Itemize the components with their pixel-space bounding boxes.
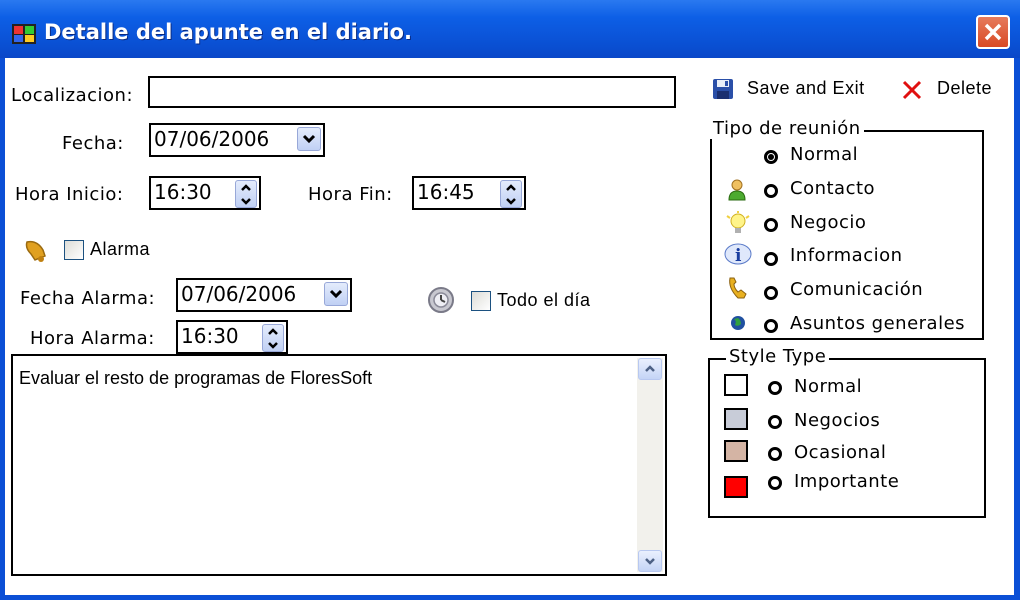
- localizacion-input[interactable]: [148, 76, 676, 108]
- app-icon: [12, 24, 36, 44]
- tipo-contacto-radio[interactable]: [764, 184, 778, 198]
- globe-icon: [731, 316, 745, 330]
- close-icon: [984, 23, 1002, 41]
- style-importante-swatch: [724, 476, 748, 498]
- chevron-down-icon: [645, 558, 655, 565]
- fecha-alarma-label: Fecha Alarma:: [20, 288, 156, 309]
- style-normal-label: Normal: [794, 376, 863, 397]
- style-normal-radio[interactable]: [768, 381, 782, 395]
- title-bar[interactable]: Detalle del apunte en el diario.: [0, 0, 1020, 58]
- floppy-disk-icon: [713, 79, 733, 99]
- style-type-group: Style Type Normal Negocios Ocasional Imp…: [708, 346, 986, 518]
- delete-x-icon: [902, 80, 922, 100]
- clock-icon: [428, 287, 454, 313]
- chevron-up-icon[interactable]: [505, 183, 517, 192]
- hora-alarma-spin-buttons[interactable]: [262, 324, 284, 352]
- window-title: Detalle del apunte en el diario.: [44, 20, 412, 44]
- tipo-informacion-radio[interactable]: [764, 252, 778, 266]
- style-ocasional-swatch: [724, 440, 748, 462]
- tipo-informacion-label: Informacion: [790, 245, 903, 266]
- chevron-up-icon: [645, 365, 655, 372]
- style-normal-swatch: [724, 374, 748, 396]
- close-button[interactable]: [976, 15, 1010, 49]
- alarma-checkbox[interactable]: [64, 240, 84, 260]
- chevron-down-icon[interactable]: [240, 197, 252, 205]
- todo-el-dia-checkbox[interactable]: [471, 291, 491, 311]
- style-type-title: Style Type: [726, 346, 830, 367]
- tipo-negocio-radio[interactable]: [764, 218, 778, 232]
- style-importante-label: Importante: [794, 471, 900, 492]
- tipo-normal-label: Normal: [790, 144, 859, 165]
- style-negocios-label: Negocios: [794, 410, 881, 431]
- phone-icon: [729, 277, 747, 299]
- fecha-dropdown-button[interactable]: [297, 127, 321, 151]
- fecha-alarma-date-picker[interactable]: 07/06/2006: [176, 278, 352, 312]
- fecha-date-picker[interactable]: 07/06/2006: [149, 123, 325, 157]
- hora-fin-value: 16:45: [417, 180, 475, 204]
- hora-inicio-value: 16:30: [154, 180, 212, 204]
- alarma-label: Alarma: [90, 239, 151, 259]
- hora-fin-spinner[interactable]: 16:45: [412, 176, 526, 210]
- fecha-alarma-value: 07/06/2006: [181, 282, 297, 306]
- scroll-down-button[interactable]: [638, 550, 662, 572]
- style-ocasional-radio[interactable]: [768, 447, 782, 461]
- chevron-down-icon: [329, 289, 343, 299]
- tipo-contacto-label: Contacto: [790, 178, 876, 199]
- hora-alarma-spinner[interactable]: 16:30: [176, 320, 288, 354]
- fecha-alarma-dropdown-button[interactable]: [324, 282, 348, 306]
- chevron-down-icon[interactable]: [505, 197, 517, 205]
- lightbulb-icon: [726, 211, 750, 233]
- chevron-down-icon: [302, 134, 316, 144]
- hora-inicio-spin-buttons[interactable]: [235, 180, 257, 208]
- notes-scrollbar[interactable]: [637, 358, 663, 572]
- delete-label: Delete: [937, 78, 993, 98]
- style-importante-radio[interactable]: [768, 476, 782, 490]
- hora-inicio-label: Hora Inicio:: [15, 184, 124, 205]
- svg-text:i: i: [735, 246, 742, 266]
- tipo-negocio-label: Negocio: [790, 212, 867, 233]
- hora-inicio-spinner[interactable]: 16:30: [149, 176, 261, 210]
- fecha-label: Fecha:: [62, 133, 124, 154]
- chevron-up-icon[interactable]: [240, 183, 252, 192]
- chevron-down-icon[interactable]: [267, 341, 279, 349]
- localizacion-label: Localizacion:: [11, 85, 134, 106]
- style-negocios-swatch: [724, 408, 748, 430]
- bell-icon: [25, 240, 46, 262]
- tipo-asuntos-radio[interactable]: [764, 319, 778, 333]
- hora-alarma-label: Hora Alarma:: [30, 328, 155, 349]
- tipo-comunicacion-label: Comunicación: [790, 279, 924, 300]
- tipo-reunion-title: Tipo de reunión: [710, 118, 864, 139]
- hora-fin-spin-buttons[interactable]: [500, 180, 522, 208]
- todo-el-dia-label: Todo el día: [497, 290, 591, 310]
- hora-fin-label: Hora Fin:: [308, 184, 393, 205]
- tipo-asuntos-label: Asuntos generales: [790, 313, 966, 334]
- notes-text: Evaluar el resto de programas de FloresS…: [19, 368, 373, 388]
- hora-alarma-value: 16:30: [181, 324, 239, 348]
- tipo-reunion-group: Tipo de reunión Normal Contacto Negocio …: [710, 118, 984, 340]
- dialog-body: Localizacion: Fecha: 07/06/2006 Hora Ini…: [5, 58, 1014, 595]
- tipo-comunicacion-radio[interactable]: [764, 286, 778, 300]
- save-and-exit-button[interactable]: Save and Exit: [710, 76, 870, 104]
- person-icon: [728, 179, 746, 201]
- scroll-up-button[interactable]: [638, 358, 662, 380]
- chevron-up-icon[interactable]: [267, 327, 279, 336]
- style-negocios-radio[interactable]: [768, 415, 782, 429]
- dialog-window: Detalle del apunte en el diario. Localiz…: [0, 0, 1020, 600]
- info-icon: i: [724, 243, 752, 266]
- notes-textarea[interactable]: Evaluar el resto de programas de FloresS…: [11, 354, 667, 576]
- save-and-exit-label: Save and Exit: [747, 78, 865, 98]
- delete-button[interactable]: Delete: [897, 76, 997, 104]
- fecha-value: 07/06/2006: [154, 127, 270, 151]
- tipo-normal-radio[interactable]: [764, 150, 778, 164]
- style-ocasional-label: Ocasional: [794, 442, 887, 463]
